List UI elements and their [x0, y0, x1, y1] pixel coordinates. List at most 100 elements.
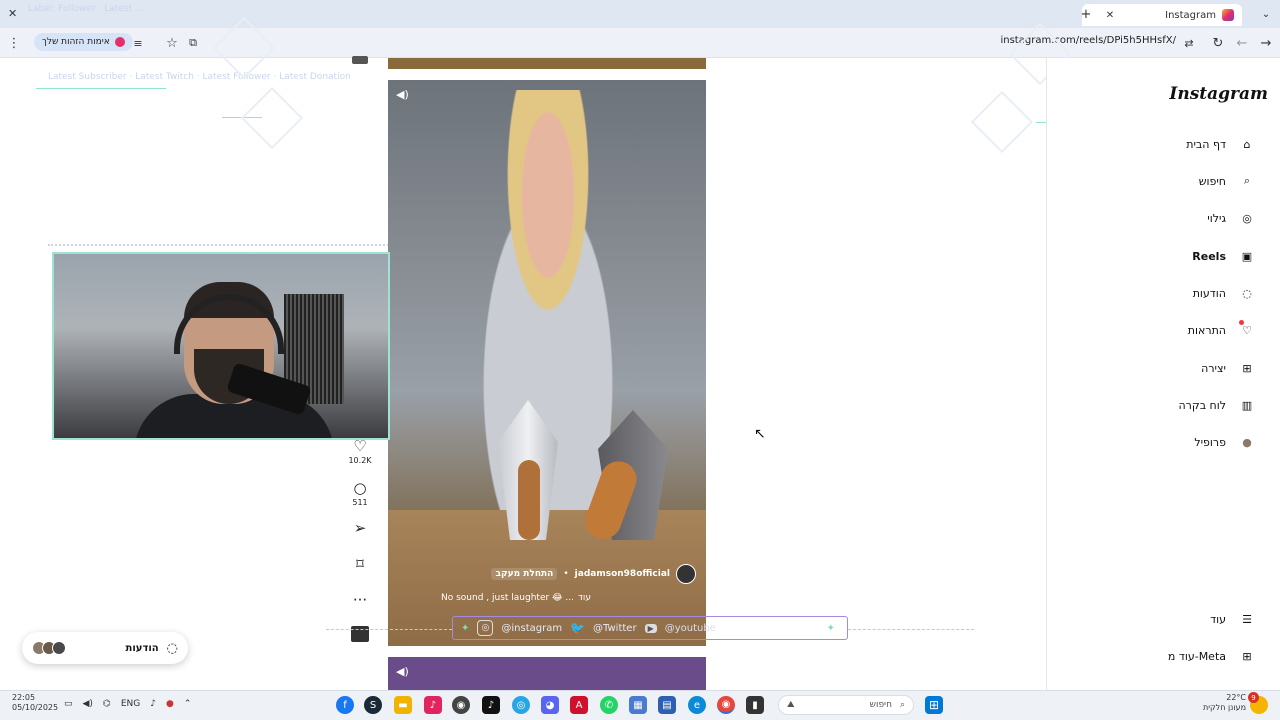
network-icon[interactable]: ⌬ — [103, 699, 111, 709]
messenger-icon: ◌ — [1242, 286, 1252, 300]
youtube-handle: @youtube — [664, 622, 716, 634]
folder-icon[interactable]: ▬ — [394, 696, 412, 714]
bookmark-icon[interactable]: ⌑ — [356, 556, 364, 572]
comment-action[interactable]: ○ 511 — [347, 480, 373, 507]
reel-video[interactable]: ◀) התחלת מעקב • jadamson98official No so… — [388, 80, 706, 646]
sidebar-item-search[interactable]: חיפוש ⌕ — [1199, 166, 1256, 196]
edge-icon[interactable]: e — [688, 696, 706, 714]
tiktok-studio-icon[interactable]: ♪ — [424, 696, 442, 714]
menu-kebab-icon[interactable]: ⋮ — [4, 33, 24, 53]
reel-username[interactable]: jadamson98official — [575, 569, 670, 579]
weather-widget[interactable]: 22°C מעונן חלקית — [1200, 693, 1246, 713]
save-action[interactable]: ⌑ — [347, 556, 373, 572]
comment-count: 511 — [352, 498, 368, 507]
compass-icon: ◎ — [1242, 211, 1252, 225]
share-action[interactable]: ➢ — [347, 520, 373, 536]
follow-button[interactable]: התחלת מעקב — [491, 568, 558, 580]
steam-icon[interactable]: S — [364, 696, 382, 714]
new-tab-icon[interactable]: + — [1076, 4, 1096, 24]
sidebar-item-heart[interactable]: התראות ♡ — [1188, 315, 1256, 345]
browser-app-icon[interactable]: ◎ — [512, 696, 530, 714]
store-icon[interactable]: ▤ — [658, 696, 676, 714]
discord-icon[interactable]: ◕ — [541, 696, 559, 714]
comment-icon[interactable]: ○ — [353, 480, 366, 496]
tab-title: Instagram — [1165, 9, 1216, 21]
more-dots-icon[interactable]: ··· — [353, 592, 367, 608]
reel-author-row: התחלת מעקב • jadamson98official — [491, 564, 696, 584]
verify-identity-chip[interactable]: אימות הזהות שלך — [34, 33, 133, 51]
instagram-logo[interactable]: Instagram — [1169, 84, 1268, 104]
microphone-tray-icon[interactable]: ♪ — [150, 699, 156, 709]
chrome-icon[interactable]: ◉ — [717, 696, 735, 714]
sidebar-item-label: עוד מ-Meta — [1167, 649, 1226, 663]
sidebar-item-label: גילוי — [1207, 211, 1226, 225]
sidebar-item-messenger[interactable]: הודעות ◌ — [1193, 278, 1256, 308]
notification-badge: 9 — [1248, 692, 1259, 703]
sidebar-item-home[interactable]: דף הבית ⌂ — [1186, 129, 1256, 159]
tiktok-icon[interactable]: ♪ — [482, 696, 500, 714]
back-icon[interactable]: → — [1256, 33, 1276, 53]
twitter-handle: @Twitter — [593, 622, 637, 634]
volume-icon[interactable]: ◀) — [396, 665, 412, 681]
sidebar-item-dashboard[interactable]: לוח בקרה ▥ — [1179, 390, 1257, 420]
heart-icon[interactable]: ♡ — [353, 438, 366, 454]
sidebar-item-compass[interactable]: גילוי ◎ — [1207, 203, 1256, 233]
obs-icon[interactable]: ◉ — [452, 696, 470, 714]
author-avatar[interactable] — [676, 564, 696, 584]
sidebar-item-reels[interactable]: Reels ▣ — [1192, 241, 1256, 271]
sidebar-item-label: פרופיל — [1194, 435, 1226, 449]
acrobat-icon[interactable]: A — [570, 696, 588, 714]
overlay-dotted-line — [48, 244, 392, 246]
sparkle-icon: ✦ — [826, 622, 835, 634]
extensions-icon[interactable]: ⧉ — [183, 33, 203, 53]
instagram-favicon-icon — [1222, 9, 1234, 21]
tab-close-icon[interactable]: ✕ — [1100, 5, 1120, 25]
overlay-line — [36, 88, 166, 89]
sidebar-item-meta[interactable]: עוד מ-Meta ⊞ — [1168, 641, 1256, 671]
sidebar-item-more[interactable]: עוד ☰ — [1210, 604, 1256, 634]
whatsapp-icon[interactable]: ✆ — [600, 696, 618, 714]
tray-chevron-icon[interactable]: ⌃ — [184, 699, 192, 709]
reading-list-icon[interactable]: ≡ — [128, 33, 148, 53]
reel-caption-row: No sound , just laughter 😂 ... עוד — [441, 593, 591, 603]
messages-pill[interactable]: הודעות ◌ — [22, 632, 188, 664]
next-reel-preview[interactable]: ◀) — [388, 657, 706, 690]
reload-icon[interactable]: ↻ — [1208, 33, 1228, 53]
windows-start-icon[interactable]: ⊞ — [925, 696, 943, 714]
battery-icon[interactable]: ▭ — [64, 699, 73, 709]
app-tray-icon[interactable]: ● — [166, 699, 174, 709]
language-indicator[interactable]: ENG — [121, 699, 140, 709]
social-overlay-bar: ✦ ◎ @instagram 🐦 @Twitter ▶ @youtube ✦ — [452, 616, 848, 640]
taskbar-search[interactable]: ⛰ חיפוש ⌕ — [778, 695, 914, 715]
tab-list-icon[interactable]: ⌄ — [1256, 4, 1276, 24]
sidebar-item-plus[interactable]: יצירה ⊞ — [1201, 353, 1256, 383]
terminal-icon[interactable]: ▮ — [746, 696, 764, 714]
volume-icon[interactable]: ◀) — [396, 88, 412, 104]
clock-time: 22:05 — [12, 693, 36, 702]
sidebar-item-avatar[interactable]: פרופיל ● — [1194, 427, 1256, 457]
sidebar-item-label: Reels — [1192, 249, 1226, 263]
window-close-icon[interactable]: ✕ — [8, 7, 17, 20]
calculator-icon[interactable]: ▦ — [629, 696, 647, 714]
bookmark-star-icon[interactable]: ☆ — [162, 33, 182, 53]
caption-more-link[interactable]: עוד — [578, 593, 591, 603]
instagram-chip-icon — [114, 37, 125, 47]
chip-label: אימות הזהות שלך — [42, 37, 110, 47]
search-icon: ⌕ — [899, 700, 905, 710]
previous-reel-preview[interactable] — [388, 58, 706, 69]
search-thumbnail-icon: ⛰ — [787, 700, 795, 710]
facebook-icon[interactable]: f — [336, 696, 354, 714]
forward-icon[interactable]: ← — [1232, 33, 1252, 53]
like-action[interactable]: ♡ 10.2K — [347, 438, 373, 465]
volume-tray-icon[interactable]: ◀) — [83, 699, 93, 709]
search-placeholder: חיפוש — [869, 700, 892, 710]
sidebar-item-label: לוח בקרה — [1178, 398, 1227, 412]
home-icon: ⌂ — [1243, 137, 1251, 151]
site-settings-icon[interactable]: ⇄ — [1179, 33, 1199, 53]
heart-icon: ♡ — [1238, 320, 1256, 339]
send-icon[interactable]: ➢ — [354, 520, 367, 536]
system-tray: ▭ ◀) ⌬ ENG ♪ ● ⌃ — [64, 699, 191, 709]
more-action[interactable]: ··· — [347, 592, 373, 608]
mouse-cursor-icon: ↖ — [754, 426, 766, 442]
clock[interactable]: 22:05 05/10/2025 — [12, 693, 58, 713]
